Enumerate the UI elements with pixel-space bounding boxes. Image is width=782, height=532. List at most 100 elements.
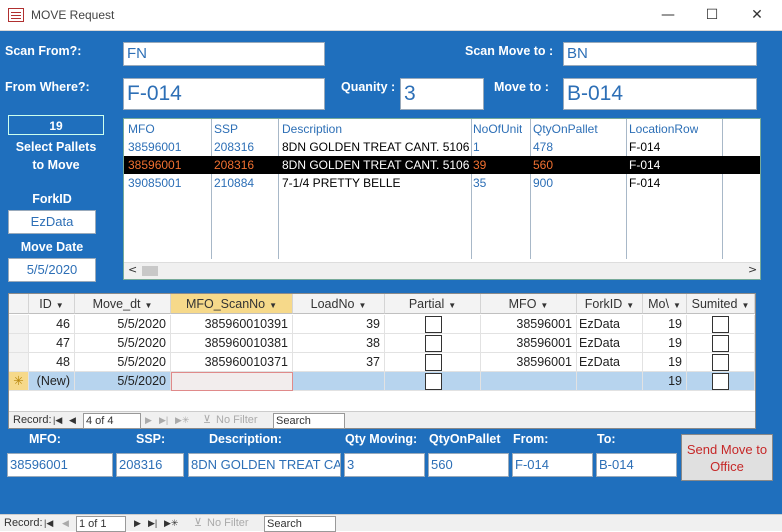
new-record-row[interactable]: ✳ (New) 5/5/2020 19 bbox=[9, 372, 755, 391]
close-button[interactable]: ✕ bbox=[737, 4, 777, 26]
move-date-input[interactable]: 5/5/2020 bbox=[8, 258, 96, 282]
minimize-button[interactable]: — bbox=[648, 4, 688, 26]
quantity-input[interactable]: 3 bbox=[400, 78, 484, 110]
last-record-icon[interactable]: ▶| bbox=[148, 516, 157, 530]
sumited-checkbox[interactable] bbox=[712, 354, 729, 371]
search-input[interactable]: Search bbox=[264, 516, 336, 532]
scroll-right-button[interactable]: > bbox=[748, 263, 757, 276]
cell-mfo[interactable]: 38596001 bbox=[481, 353, 577, 372]
new-record-nav-icon[interactable]: ▶✳ bbox=[175, 413, 189, 427]
partial-checkbox[interactable] bbox=[425, 316, 442, 333]
col-header-id[interactable]: ID ▼ bbox=[29, 294, 75, 314]
last-record-icon[interactable]: ▶| bbox=[159, 413, 168, 427]
col-header-move-dt[interactable]: Move_dt ▼ bbox=[75, 294, 171, 314]
cell-id[interactable]: (New) bbox=[29, 372, 75, 391]
row-selector[interactable] bbox=[9, 334, 29, 353]
summary-qty-moving-field[interactable]: 3 bbox=[344, 453, 425, 477]
cell-move-dt[interactable]: 5/5/2020 bbox=[75, 372, 171, 391]
no-filter-button[interactable]: No Filter bbox=[216, 413, 258, 427]
cell-mo[interactable]: 19 bbox=[643, 372, 687, 391]
cell-forkid[interactable]: EzData bbox=[577, 315, 643, 334]
summary-to-field[interactable]: B-014 bbox=[596, 453, 677, 477]
new-record-nav-icon[interactable]: ▶✳ bbox=[164, 516, 178, 530]
col-header-partial[interactable]: Partial ▼ bbox=[385, 294, 481, 314]
partial-checkbox[interactable] bbox=[425, 335, 442, 352]
search-input[interactable]: Search bbox=[273, 413, 345, 429]
cell-loadno[interactable]: 37 bbox=[293, 353, 385, 372]
summary-from-field[interactable]: F-014 bbox=[512, 453, 593, 477]
scroll-left-button[interactable]: < bbox=[128, 263, 137, 276]
cell-mfo[interactable] bbox=[481, 372, 577, 391]
next-record-icon[interactable]: ▶ bbox=[145, 413, 152, 427]
pallet-listbox[interactable]: MFO SSP Description NoOfUnit QtyOnPallet… bbox=[123, 118, 761, 280]
col-header-loadno[interactable]: LoadNo ▼ bbox=[293, 294, 385, 314]
table-row[interactable]: 48 5/5/2020 385960010371 37 38596001 EzD… bbox=[9, 353, 755, 372]
scroll-thumb[interactable] bbox=[142, 266, 158, 276]
cell-forkid[interactable] bbox=[577, 372, 643, 391]
cell-mfo-scanno-input[interactable] bbox=[171, 372, 293, 391]
partial-checkbox[interactable] bbox=[425, 354, 442, 371]
col-header-mo[interactable]: Mo\ ▼ bbox=[643, 294, 687, 314]
forkid-input[interactable]: EzData bbox=[8, 210, 96, 234]
cell-id[interactable]: 46 bbox=[29, 315, 75, 334]
list-item[interactable]: 38596001 208316 8DN GOLDEN TREAT CANT. 5… bbox=[124, 138, 724, 156]
col-header-qtyonpallet: QtyOnPallet bbox=[533, 122, 598, 136]
send-move-to-office-button[interactable]: Send Move to Office bbox=[681, 434, 773, 481]
cell-move-dt[interactable]: 5/5/2020 bbox=[75, 315, 171, 334]
cell-mfo[interactable]: 38596001 bbox=[481, 315, 577, 334]
summary-description-field[interactable]: 8DN GOLDEN TREAT CAN bbox=[188, 453, 341, 477]
cell-mo[interactable]: 19 bbox=[643, 353, 687, 372]
cell-forkid[interactable]: EzData bbox=[577, 334, 643, 353]
first-record-icon[interactable]: |◀ bbox=[44, 516, 53, 530]
cell-mfo-scanno[interactable]: 385960010371 bbox=[171, 353, 293, 372]
cell-move-dt[interactable]: 5/5/2020 bbox=[75, 353, 171, 372]
cell-forkid[interactable]: EzData bbox=[577, 353, 643, 372]
cell-mfo-scanno[interactable]: 385960010381 bbox=[171, 334, 293, 353]
list-item[interactable]: 39085001 210884 7-1/4 PRETTY BELLE 35 90… bbox=[124, 174, 724, 192]
filter-icon[interactable]: ⊻ bbox=[203, 413, 211, 427]
col-header-mfo[interactable]: MFO ▼ bbox=[481, 294, 577, 314]
no-filter-button[interactable]: No Filter bbox=[207, 516, 249, 530]
cell-move-dt[interactable]: 5/5/2020 bbox=[75, 334, 171, 353]
row-selector[interactable] bbox=[9, 315, 29, 334]
table-row[interactable]: 47 5/5/2020 385960010381 38 38596001 EzD… bbox=[9, 334, 755, 353]
from-where-input[interactable]: F-014 bbox=[123, 78, 325, 110]
record-position-input[interactable]: 4 of 4 bbox=[83, 413, 141, 429]
partial-checkbox[interactable] bbox=[425, 373, 442, 390]
next-record-icon[interactable]: ▶ bbox=[134, 516, 141, 530]
cell-loadno[interactable]: 39 bbox=[293, 315, 385, 334]
cell-id[interactable]: 48 bbox=[29, 353, 75, 372]
filter-icon[interactable]: ⊻ bbox=[194, 516, 202, 530]
summary-mfo-field[interactable]: 38596001 bbox=[7, 453, 113, 477]
sumited-checkbox[interactable] bbox=[712, 335, 729, 352]
row-selector[interactable] bbox=[9, 353, 29, 372]
scan-from-input[interactable]: FN bbox=[123, 42, 325, 66]
summary-ssp-field[interactable]: 208316 bbox=[116, 453, 184, 477]
col-header-mfo-scanno[interactable]: MFO_ScanNo ▼ bbox=[171, 294, 293, 314]
first-record-icon[interactable]: |◀ bbox=[53, 413, 62, 427]
cell-id[interactable]: 47 bbox=[29, 334, 75, 353]
prev-record-icon[interactable]: ◀ bbox=[69, 413, 76, 427]
summary-qtyonpallet-field[interactable]: 560 bbox=[428, 453, 509, 477]
col-header-sumited[interactable]: Sumited ▼ bbox=[687, 294, 755, 314]
move-log-datasheet[interactable]: ID ▼ Move_dt ▼ MFO_ScanNo ▼ LoadNo ▼ Partial… bbox=[8, 293, 756, 429]
prev-record-icon[interactable]: ◀ bbox=[62, 516, 69, 530]
move-to-input[interactable]: B-014 bbox=[563, 78, 757, 110]
record-position-input[interactable]: 1 of 1 bbox=[76, 516, 126, 532]
cell-loadno[interactable] bbox=[293, 372, 385, 391]
cell-mfo-scanno[interactable]: 385960010391 bbox=[171, 315, 293, 334]
listbox-horizontal-scrollbar[interactable]: < > bbox=[124, 262, 760, 279]
table-row[interactable]: 46 5/5/2020 385960010391 39 38596001 EzD… bbox=[9, 315, 755, 334]
window-title: MOVE Request bbox=[31, 8, 115, 22]
cell-mfo[interactable]: 38596001 bbox=[481, 334, 577, 353]
cell-mo[interactable]: 19 bbox=[643, 315, 687, 334]
col-header-noofunit: NoOfUnit bbox=[473, 122, 523, 136]
sumited-checkbox[interactable] bbox=[712, 316, 729, 333]
col-header-forkid[interactable]: ForkID ▼ bbox=[577, 294, 643, 314]
list-item-selected[interactable]: 38596001 208316 8DN GOLDEN TREAT CANT. 5… bbox=[124, 156, 760, 174]
maximize-button[interactable]: ☐ bbox=[692, 4, 732, 26]
cell-mo[interactable]: 19 bbox=[643, 334, 687, 353]
sumited-checkbox[interactable] bbox=[712, 373, 729, 390]
scan-move-to-input[interactable]: BN bbox=[563, 42, 757, 66]
cell-loadno[interactable]: 38 bbox=[293, 334, 385, 353]
